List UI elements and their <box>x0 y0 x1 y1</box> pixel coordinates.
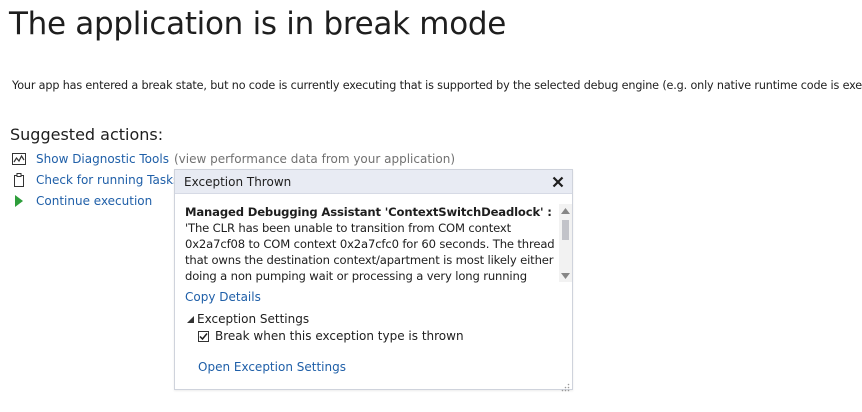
action-check-running-tasks: Check for running Tasks <box>11 171 179 189</box>
checkmark-icon <box>199 332 208 340</box>
message-scrollbar[interactable] <box>559 204 572 282</box>
scroll-thumb[interactable] <box>562 220 569 240</box>
show-diagnostic-tools-link[interactable]: Show Diagnostic Tools <box>36 152 169 166</box>
page-title: The application is in break mode <box>9 6 507 42</box>
open-exception-settings-link[interactable]: Open Exception Settings <box>198 360 346 374</box>
break-when-thrown-label: Break when this exception type is thrown <box>215 329 464 343</box>
clipboard-icon <box>11 172 27 188</box>
exception-popup-title: Exception Thrown <box>184 174 292 189</box>
exception-popup-header: Exception Thrown <box>175 170 572 194</box>
exception-settings-label: Exception Settings <box>197 312 310 326</box>
collapse-triangle-icon <box>185 315 195 323</box>
scroll-up-icon[interactable] <box>561 206 570 215</box>
suggested-actions-heading: Suggested actions: <box>10 125 164 144</box>
exception-popup: Exception Thrown Managed Debugging Assis… <box>174 169 573 392</box>
play-icon <box>11 193 27 209</box>
resize-grip-icon[interactable] <box>560 377 570 392</box>
action-continue-execution: Continue execution <box>11 192 152 210</box>
scroll-down-icon[interactable] <box>561 271 570 280</box>
diagnostic-tools-icon <box>11 151 27 167</box>
exception-message-title: Managed Debugging Assistant 'ContextSwit… <box>185 205 552 219</box>
check-running-tasks-link[interactable]: Check for running Tasks <box>36 173 179 187</box>
page-subtitle: Your app has entered a break state, but … <box>12 79 862 92</box>
break-when-thrown-checkbox[interactable] <box>198 330 209 342</box>
close-button[interactable] <box>550 174 566 190</box>
break-when-thrown-row[interactable]: Break when this exception type is thrown <box>198 329 464 343</box>
copy-details-link[interactable]: Copy Details <box>185 290 261 304</box>
exception-message: Managed Debugging Assistant 'ContextSwit… <box>185 204 557 284</box>
continue-execution-link[interactable]: Continue execution <box>36 194 152 208</box>
diagnostic-tools-note: (view performance data from your applica… <box>173 152 456 166</box>
exception-message-text: 'The CLR has been unable to transition f… <box>185 221 555 283</box>
action-show-diagnostic-tools: Show Diagnostic Tools (view performance … <box>11 150 455 168</box>
exception-settings-toggle[interactable]: Exception Settings <box>185 312 309 326</box>
close-icon <box>552 176 564 187</box>
